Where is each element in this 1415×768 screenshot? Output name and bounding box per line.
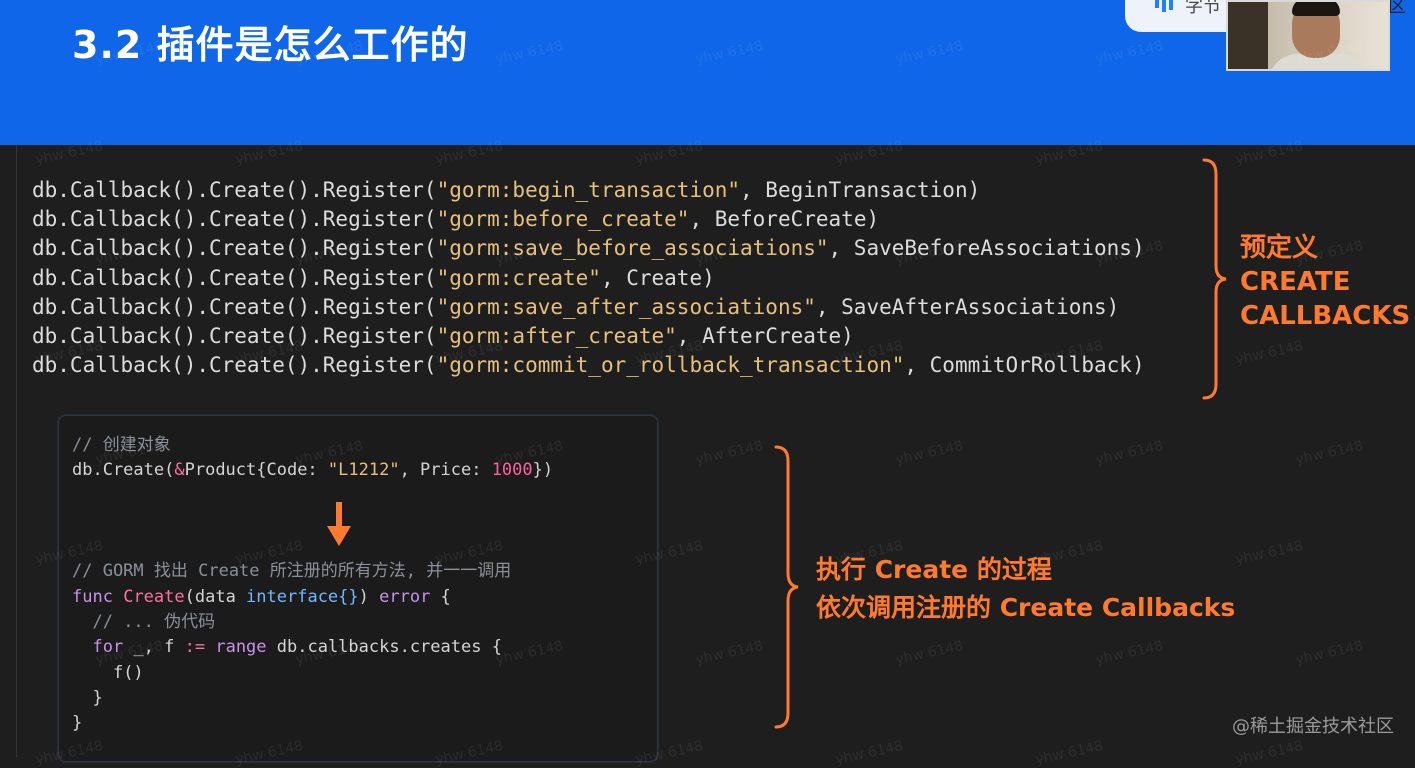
slide-title: 3.2 插件是怎么工作的: [72, 23, 469, 67]
right-brace-icon: [774, 445, 799, 729]
call-line: f(): [112, 662, 144, 683]
code-comment: // GORM 找出 Create 所注册的所有方法, 并一一调用: [72, 561, 512, 582]
func-signature-line: func Create(data interface{}) error {: [72, 586, 451, 607]
code-comment: // ... 伪代码: [92, 612, 216, 633]
close-brace-line: }: [72, 713, 83, 734]
register-line: db.Callback().Create().Register("gorm:be…: [32, 178, 981, 202]
register-line: db.Callback().Create().Register("gorm:cr…: [32, 265, 715, 290]
example-code: // 创建对象 db.Create(&Product{Code: "L1212"…: [72, 433, 553, 737]
code-comment: // 创建对象: [72, 435, 171, 455]
predefined-callbacks-label: 预定义 CREATE CALLBACKS: [1240, 233, 1411, 331]
logo-text-right: 区: [1388, 0, 1406, 17]
site-watermark: @稀土掘金技术社区: [1232, 716, 1394, 737]
down-arrow-icon: [327, 502, 351, 546]
logo-bars-icon: [1155, 0, 1183, 12]
register-line: db.Callback().Create().Register("gorm:sa…: [32, 294, 1120, 319]
register-code-block: db.Callback().Create().Register("gorm:be…: [32, 176, 1145, 380]
register-line: db.Callback().Create().Register("gorm:be…: [32, 207, 880, 232]
create-process-label: 执行 Create 的过程 依次调用注册的 Create Callbacks: [816, 555, 1236, 622]
register-line: db.Callback().Create().Register("gorm:af…: [32, 324, 854, 349]
juejin-logo: 字节: [1125, 0, 1235, 32]
register-line: db.Callback().Create().Register("gorm:co…: [32, 353, 1145, 378]
register-line: db.Callback().Create().Register("gorm:sa…: [32, 236, 1145, 261]
for-loop-line: for _, f := range db.callbacks.creates {: [92, 637, 502, 658]
close-brace-line: }: [92, 687, 103, 708]
create-call-line: db.Create(&Product{Code: "L1212", Price:…: [72, 460, 554, 481]
right-brace-icon: [1202, 158, 1227, 400]
presenter-webcam: [1226, 0, 1390, 71]
logo-text: 字节: [1185, 0, 1221, 17]
